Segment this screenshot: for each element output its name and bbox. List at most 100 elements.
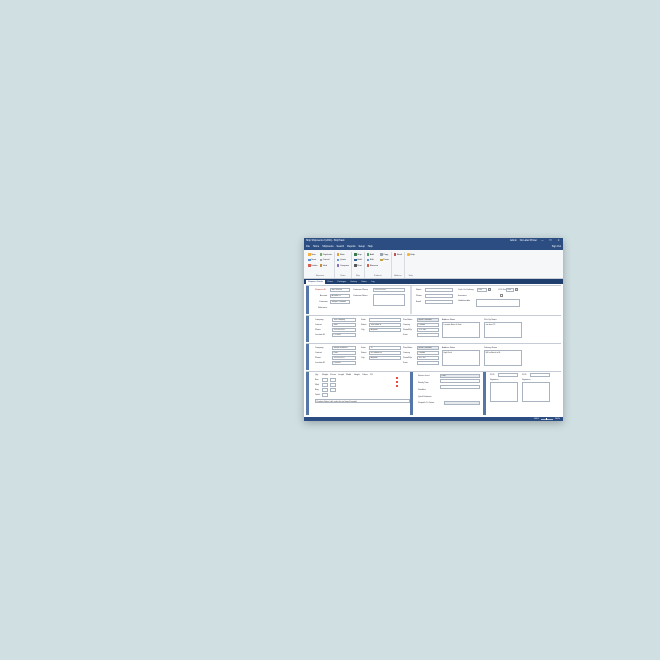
postal-field[interactable]: V7X 1M3 xyxy=(417,328,439,332)
product-notes-field[interactable]: Products Notes (click select the on Item… xyxy=(315,399,410,403)
skid-pieces-field[interactable] xyxy=(330,383,336,387)
menu-search[interactable]: Search xyxy=(337,245,345,248)
signature-box[interactable] xyxy=(490,382,518,402)
street-field[interactable]: 987 Market St xyxy=(369,351,401,355)
service-level-select[interactable]: Rush xyxy=(440,374,480,378)
suite-label: Suite xyxy=(361,319,366,321)
sign-out-link[interactable]: Sign Out xyxy=(552,245,561,248)
signature2-box[interactable] xyxy=(522,382,550,402)
cod-field[interactable]: 0.00 xyxy=(477,288,487,292)
location-id-field[interactable]: P123456 xyxy=(332,333,356,337)
phone-field[interactable]: 555-555-5557 xyxy=(332,356,356,360)
account-field[interactable]: Account 01 xyxy=(330,294,350,298)
suite-field[interactable] xyxy=(369,318,401,322)
ship-button[interactable]: Ship xyxy=(354,252,362,257)
contact-field[interactable]: Dave xyxy=(332,351,356,355)
email-field[interactable] xyxy=(425,300,453,304)
delivery-notes-box[interactable]: Will call back to fill xyxy=(484,350,522,366)
row-skid-label: Skid xyxy=(315,384,319,386)
address-notes-box[interactable]: High Dock xyxy=(442,350,480,366)
duplicate-button[interactable]: Duplicate xyxy=(319,252,332,257)
city-field[interactable]: Anytown xyxy=(369,356,401,360)
signature2-label: Signature xyxy=(522,379,531,381)
city-field[interactable]: Anytown xyxy=(369,328,401,332)
dispatch-select[interactable] xyxy=(444,401,480,405)
save-button[interactable]: Save xyxy=(308,258,318,263)
street-field[interactable]: 1000 Main St xyxy=(369,323,401,327)
paste-button[interactable]: Paste xyxy=(380,258,389,263)
zone-field[interactable] xyxy=(417,333,439,337)
pickup-notes-box[interactable]: use front TX xyxy=(484,322,522,338)
zone-label: Zone xyxy=(403,362,408,364)
add-product-button[interactable]: Add xyxy=(366,252,378,257)
country-field[interactable]: Canada xyxy=(417,323,439,327)
help-button[interactable]: Help xyxy=(407,252,415,257)
pod-label: POD xyxy=(490,374,495,376)
shipment-id-field[interactable]: SHP-000548 xyxy=(330,288,350,292)
rate-button[interactable]: Rate xyxy=(336,252,349,257)
cod-stepper[interactable] xyxy=(488,288,491,292)
zone-field[interactable] xyxy=(417,361,439,365)
company-field[interactable]: Sample Business xyxy=(332,346,356,350)
cod-fee-field[interactable]: 0.00 xyxy=(506,288,514,292)
contact-field[interactable]: John xyxy=(332,323,356,327)
city-label: City xyxy=(361,357,365,359)
edit-product-button[interactable]: Edit xyxy=(366,258,378,263)
email-label: Email xyxy=(416,301,422,303)
name-field[interactable] xyxy=(425,288,453,292)
remove-product-button[interactable]: Remove xyxy=(366,263,378,268)
bag-weight-field[interactable] xyxy=(322,388,328,392)
customer-field[interactable]: Sample Customer xyxy=(330,300,350,304)
phone-field[interactable] xyxy=(425,294,453,298)
quote-button[interactable]: Quote xyxy=(336,258,349,263)
delete-button[interactable]: Delete xyxy=(308,263,318,268)
box-weight-field[interactable] xyxy=(322,378,328,382)
bag-pieces-field[interactable] xyxy=(330,388,336,392)
compare-button[interactable]: Compare xyxy=(336,263,349,268)
province-select[interactable]: British Columbia xyxy=(417,346,439,350)
address-book-button[interactable]: Book xyxy=(393,252,402,257)
undeliverable-box[interactable] xyxy=(476,299,520,307)
ready-time-field[interactable] xyxy=(440,379,480,383)
hold-button[interactable]: Hold xyxy=(354,258,362,263)
insurance-checkbox[interactable] xyxy=(500,294,503,298)
menu-reports[interactable]: Reports xyxy=(347,245,355,248)
copy-button[interactable]: Copy xyxy=(380,252,389,257)
cod-label: Cash On Delivery xyxy=(458,289,474,291)
cod-fee-stepper[interactable] xyxy=(515,288,518,292)
maximize-button[interactable]: ☐ xyxy=(548,239,553,242)
menu-help[interactable]: Help xyxy=(368,245,373,248)
menu-setup[interactable]: Setup xyxy=(359,245,365,248)
country-field[interactable]: Canada xyxy=(417,351,439,355)
company-field[interactable]: Test Company xyxy=(332,318,356,322)
section-bar xyxy=(306,316,309,342)
user-label[interactable]: Admin xyxy=(510,239,517,242)
deadline-field[interactable] xyxy=(440,385,480,389)
print-button[interactable]: Print xyxy=(354,263,362,268)
void-button[interactable]: Void xyxy=(319,263,332,268)
customer-notes-box[interactable] xyxy=(373,294,405,306)
zoom-slider-thumb[interactable] xyxy=(545,417,548,421)
location-id-field[interactable]: P100000 xyxy=(332,361,356,365)
province-select[interactable]: British Columbia xyxy=(417,318,439,322)
address-notes-label: Address Notes xyxy=(442,347,456,349)
menu-home[interactable]: Home xyxy=(313,245,319,248)
pod2-field[interactable] xyxy=(530,373,550,377)
postal-field[interactable]: V6Y 1B7 xyxy=(417,356,439,360)
zoom-level: 100% xyxy=(533,418,539,420)
menu-file[interactable]: File xyxy=(306,245,310,248)
pod-field[interactable] xyxy=(498,373,518,377)
cancel-button[interactable]: Cancel xyxy=(319,258,332,263)
minimize-button[interactable]: — xyxy=(540,239,545,242)
suite-field[interactable]: 12 xyxy=(369,346,401,350)
customer-phone-field[interactable]: 555-555-5555 xyxy=(373,288,405,292)
phone-field[interactable]: 555-555-5555 xyxy=(332,328,356,332)
menu-shipments[interactable]: Shipments xyxy=(322,245,333,248)
skid-weight-field[interactable] xyxy=(322,383,328,387)
customer-phone-label: Customer Phone xyxy=(353,289,369,291)
box-pieces-field[interactable] xyxy=(330,378,336,382)
address-notes-box[interactable]: Location Notes & Gate xyxy=(442,322,480,338)
close-button[interactable]: ✕ xyxy=(556,239,561,242)
zoom-slider[interactable] xyxy=(540,417,553,421)
new-button[interactable]: New xyxy=(308,252,318,257)
